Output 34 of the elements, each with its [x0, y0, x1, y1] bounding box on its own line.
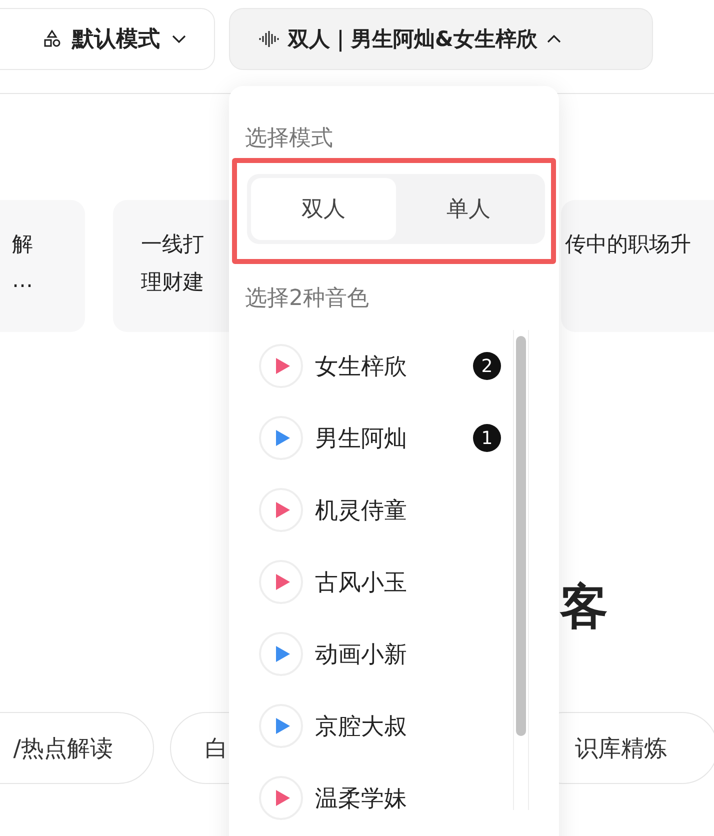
order-badge: 2 [473, 352, 501, 380]
card-text: 解 [12, 231, 33, 258]
play-button[interactable] [259, 632, 303, 676]
voice-name[interactable]: 京腔大叔 [315, 710, 465, 742]
card-text: … [12, 268, 33, 292]
play-button[interactable] [259, 344, 303, 388]
section-title: 选择2种音色 [245, 285, 370, 313]
mode-tab[interactable]: 双人 [251, 178, 396, 240]
card-text: 理财建 [141, 269, 205, 296]
prompt-card[interactable]: 解 … [0, 200, 85, 332]
voice-button[interactable]: 双人｜男生阿灿&女生梓欣 [229, 8, 653, 70]
play-button[interactable] [259, 704, 303, 748]
mode-tab[interactable]: 单人 [396, 178, 541, 240]
waveform-icon [258, 29, 280, 49]
voice-name[interactable]: 动画小新 [315, 638, 465, 670]
voice-name[interactable]: 机灵侍童 [315, 494, 465, 526]
section-title: 选择模式 [245, 125, 334, 153]
scrollbar[interactable] [513, 330, 529, 810]
card-text: 传中的职场升 [565, 231, 692, 258]
shapes-icon [42, 29, 62, 49]
mode-button[interactable]: 默认模式 [0, 8, 215, 70]
voice-name[interactable]: 男生阿灿 [315, 422, 465, 454]
play-button[interactable] [259, 416, 303, 460]
play-button[interactable] [259, 776, 303, 820]
play-button[interactable] [259, 488, 303, 532]
card-text: 一线打 [141, 231, 205, 258]
voice-name[interactable]: 女生梓欣 [315, 350, 465, 382]
voice-name[interactable]: 古风小玉 [315, 566, 465, 598]
prompt-card[interactable]: 传中的职场升 [561, 200, 714, 332]
play-button[interactable] [259, 560, 303, 604]
order-badge: 1 [473, 424, 501, 452]
topic-chip[interactable]: /热点解读 [0, 712, 154, 784]
voice-name[interactable]: 温柔学妹 [315, 782, 465, 814]
heading: 客 [560, 582, 609, 632]
